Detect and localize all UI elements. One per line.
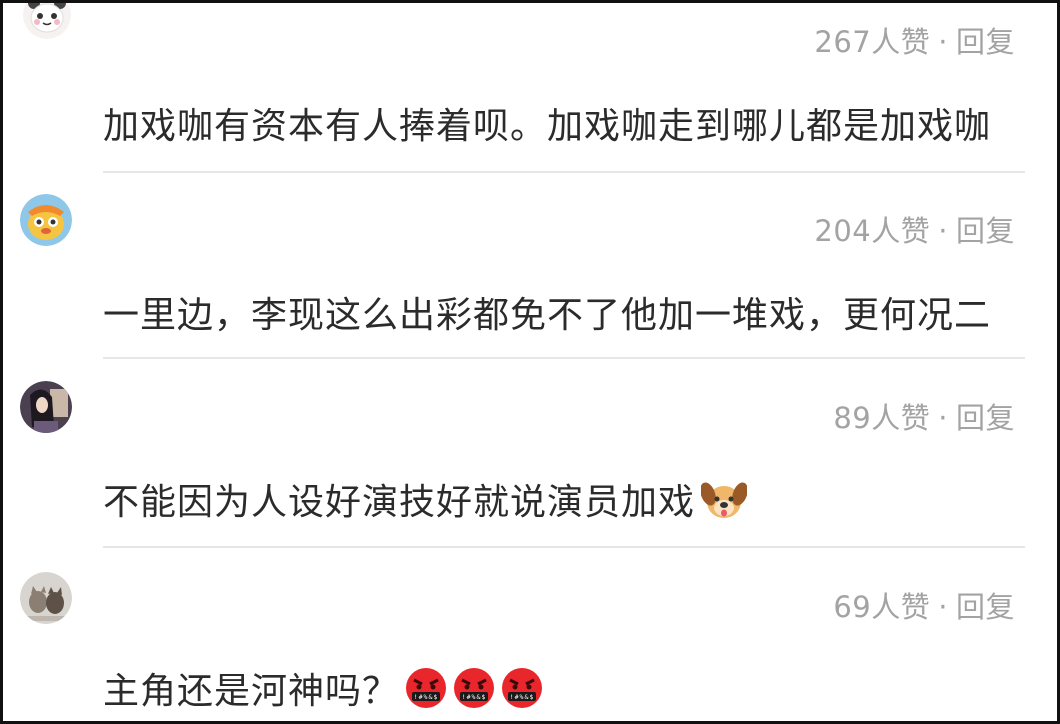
comment-item: 89人赞 · 回复 不能因为人设好演技好就说演员加戏 (3, 361, 1057, 548)
comment-text: 主角还是河神吗？ !#%&$ !#%&$ !#%&$ (103, 662, 543, 718)
like-count[interactable]: 89人赞 (833, 401, 930, 435)
dog-face-emoji (700, 480, 748, 529)
comment-item: 267人赞 · 回复 加戏咖有资本有人捧着呗。加戏咖走到哪儿都是加戏咖 (3, 3, 1057, 173)
comment-divider (103, 171, 1025, 173)
panda-avatar-icon[interactable] (23, 3, 71, 39)
reply-link[interactable]: 回复 (956, 25, 1015, 59)
reply-link[interactable]: 回复 (956, 214, 1015, 248)
comment-text: 不能因为人设好演技好就说演员加戏 (103, 473, 748, 529)
like-count[interactable]: 267人赞 (814, 25, 930, 59)
photo-avatar-icon[interactable] (20, 381, 72, 433)
svg-text:!#%&$: !#%&$ (510, 693, 535, 701)
comment-divider (103, 357, 1025, 359)
comment-meta: 69人赞 · 回复 (833, 584, 1015, 626)
comment-text: 一里边，李现这么出彩都免不了他加一堆戏，更何况二 (103, 295, 992, 336)
cursing-face-emoji: !#%&$ (405, 667, 447, 718)
like-count[interactable]: 204人赞 (814, 214, 930, 248)
comment-text-content: 主角还是河神吗？ (103, 671, 400, 712)
meta-separator: · (938, 590, 948, 624)
reply-link[interactable]: 回复 (956, 590, 1015, 624)
comment-divider (103, 546, 1025, 548)
svg-text:!#%&$: !#%&$ (462, 693, 487, 701)
comment-meta: 267人赞 · 回复 (814, 19, 1015, 61)
comment-meta: 204人赞 · 回复 (814, 208, 1015, 250)
like-count[interactable]: 69人赞 (833, 590, 930, 624)
cartoon-avatar-icon[interactable] (20, 194, 72, 246)
meta-separator: · (938, 401, 948, 435)
svg-text:!#%&$: !#%&$ (414, 693, 439, 701)
reply-link[interactable]: 回复 (956, 401, 1015, 435)
cursing-face-emoji: !#%&$ (501, 667, 543, 718)
cursing-face-emoji: !#%&$ (453, 667, 495, 718)
comment-text: 加戏咖有资本有人捧着呗。加戏咖走到哪儿都是加戏咖 (103, 106, 992, 147)
cats-photo-avatar-icon[interactable] (20, 572, 72, 624)
meta-separator: · (938, 25, 948, 59)
comment-item: 69人赞 · 回复 主角还是河神吗？ !#%&$ !#%&$ !#%&$ (3, 550, 1057, 721)
comment-text-content: 不能因为人设好演技好就说演员加戏 (103, 482, 696, 523)
meta-separator: · (938, 214, 948, 248)
comment-item: 204人赞 · 回复 一里边，李现这么出彩都免不了他加一堆戏，更何况二 (3, 174, 1057, 360)
comment-list: 267人赞 · 回复 加戏咖有资本有人捧着呗。加戏咖走到哪儿都是加戏咖 204人赞 ·… (0, 0, 1060, 724)
comment-meta: 89人赞 · 回复 (833, 395, 1015, 437)
